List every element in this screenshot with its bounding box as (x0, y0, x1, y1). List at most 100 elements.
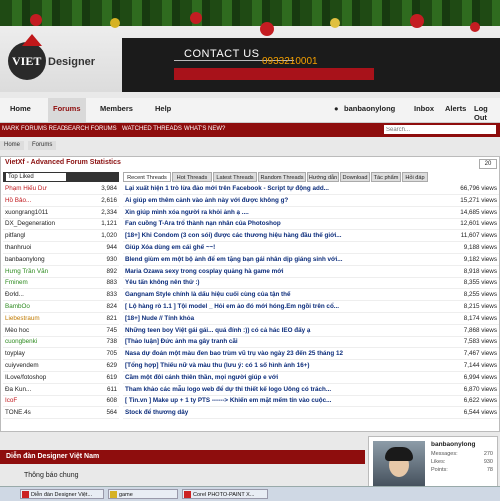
task-label: game (119, 492, 133, 498)
user-name[interactable]: IcoF (5, 395, 17, 406)
nav-help[interactable]: Help (155, 104, 171, 113)
thread-title-link[interactable]: Nasa dự đoán một màu đen bao trùm vũ trụ… (125, 348, 425, 359)
forum-category-header: Diễn đàn Designer Việt Nam (0, 450, 365, 464)
user-like-count: 705 (106, 350, 117, 358)
taskbar-folder[interactable]: game (108, 489, 178, 499)
thread-views: 7,144 views (463, 362, 497, 369)
thread-views: 15,271 views (460, 196, 497, 204)
tab-7[interactable]: Hỏi đáp (402, 172, 428, 182)
tab-3[interactable]: Random Threads (258, 172, 306, 182)
whats-new-link[interactable]: WHAT'S NEW? (184, 126, 225, 132)
user-name[interactable]: Hưng Trần Văn (5, 266, 48, 277)
user-name[interactable]: Liebestraum (5, 313, 40, 324)
thread-title-link[interactable]: Gangnam Style chính là dấu hiệu cuối cùn… (125, 289, 425, 300)
thread-title-link[interactable]: [ Lộ hàng rò 1.1 ] Tội model _ Hỏi em ảo… (125, 301, 425, 312)
thread-row: Blend giùm em một bộ ảnh để em tặng bạn … (123, 254, 499, 266)
thread-title-link[interactable]: Giúp Xóa dùng em cái ghế ~~! (125, 242, 425, 253)
thread-title-link[interactable]: [ Tin.vn ] Make up + 1 ty PTS ------> Kh… (125, 395, 425, 406)
user-name[interactable]: Fminem (5, 277, 28, 288)
thread-title-link[interactable]: Ai giúp em thêm cảnh vào ảnh này với đượ… (125, 195, 425, 206)
watched-threads-link[interactable]: WATCHED THREADS (122, 126, 182, 132)
tab-4[interactable]: Hướng dẫn (307, 172, 339, 182)
tab-0[interactable]: Recent Threads (123, 172, 171, 182)
user-name[interactable]: DX_Degeneration (5, 218, 55, 229)
users-list-select[interactable]: Top Liked (6, 173, 66, 181)
thread-title-link[interactable]: Xin giúp mình xóa người ra khỏi ảnh ạ ..… (125, 207, 425, 218)
thread-title-link[interactable]: [18+] Khi Condom (3 con sói) được các th… (125, 230, 425, 241)
user-name[interactable]: Đơld... (5, 289, 24, 300)
thread-title-link[interactable]: Tham khảo các mẫu logo web để dự thi thi… (125, 384, 425, 395)
user-name[interactable]: cuongbenki (5, 336, 37, 347)
nav-user[interactable]: banbaonylong (344, 104, 395, 113)
thread-views: 6,870 views (463, 385, 497, 393)
thread-views: 7,467 views (463, 350, 497, 358)
tab-6[interactable]: Tác phẩm (371, 172, 401, 182)
user-row: Đa Kun... 611 (3, 384, 119, 396)
thread-title-link[interactable]: Blend giùm em một bộ ảnh để em tặng bạn … (125, 254, 425, 265)
thread-title-link[interactable]: Yêu tấn không nên thử :) (125, 277, 425, 288)
thread-title-link[interactable]: [18+] Nude // Tính khỏa (125, 313, 425, 324)
taskbar-corel[interactable]: Corel PHOTO-PAINT X... (182, 489, 268, 499)
user-name[interactable]: banbaonylong (5, 254, 45, 265)
thread-title-link[interactable]: Fan cuồng T-Ara trổ thành nạn nhân của P… (125, 218, 425, 229)
nav-members[interactable]: Members (100, 104, 133, 113)
users-list-header: Top Liked (3, 172, 119, 182)
thread-title-link[interactable]: [Thảo luận] Đức ảnh ma gây tranh cãi (125, 336, 425, 347)
user-name[interactable]: ILove/fotoshop (5, 372, 46, 383)
nav-forums[interactable]: Forums (53, 104, 81, 113)
thread-views: 6,544 views (463, 409, 497, 417)
card-username[interactable]: banbaonylong (431, 441, 475, 448)
thread-title-link[interactable]: Cầm một đôi cánh thiên thần, mọi người g… (125, 372, 425, 383)
task-label: Corel PHOTO-PAINT X... (193, 492, 255, 498)
breadcrumb-home[interactable]: Home (0, 141, 25, 150)
thread-title-link[interactable]: Lại xuất hiện 1 trò lừa đảo mới trên Fac… (125, 183, 425, 194)
thread-row: [18+] Nude // Tính khỏa 8,174 views (123, 313, 499, 325)
nav-logout[interactable]: Log Out (474, 104, 500, 122)
nav-inbox[interactable]: Inbox (414, 104, 434, 113)
forum-category-title[interactable]: Diễn đàn Designer Việt Nam (6, 453, 99, 460)
thread-row: [ Tin.vn ] Make up + 1 ty PTS ------> Kh… (123, 395, 499, 408)
user-name[interactable]: pitfangl (5, 230, 25, 241)
user-like-count: 892 (106, 267, 117, 275)
user-name[interactable]: cuiyvendem (5, 360, 39, 371)
user-like-count: 3,984 (101, 185, 117, 192)
site-logo[interactable]: VIET Designer (8, 34, 98, 80)
stat-label: Points: (431, 467, 448, 473)
thread-views: 7,868 views (463, 326, 497, 334)
user-name[interactable]: BambOo (5, 301, 30, 312)
user-name[interactable]: thanhruoi (5, 242, 31, 253)
taskbar-browser[interactable]: Diễn đàn Designer Việt... (20, 489, 104, 499)
user-name[interactable]: toyplay (5, 348, 25, 359)
user-row: Hưng Trần Văn 892 (3, 266, 119, 278)
thread-title-link[interactable]: [Tổng hợp] Thiếu nữ và màu thu (lưu ý: c… (125, 360, 425, 371)
thread-title-link[interactable]: Maria Ozawa sexy trong cosplay quảng hà … (125, 266, 425, 277)
nav-alerts[interactable]: Alerts (445, 104, 466, 113)
user-row: TONE.4s 564 (3, 407, 119, 420)
user-name[interactable]: Phạm Hiếu Dư (5, 183, 47, 194)
user-row: BambOo 824 (3, 301, 119, 313)
user-row: Fminem 883 (3, 277, 119, 290)
thread-title-link[interactable]: Stock để thương dây (125, 407, 425, 418)
search-forums-link[interactable]: SEARCH FORUMS (64, 126, 117, 132)
search-input[interactable] (384, 125, 496, 134)
contact-red-bar (174, 68, 374, 80)
user-row: cuiyvendem 629 (3, 360, 119, 372)
count-select[interactable]: 20 (479, 159, 497, 169)
nav-home[interactable]: Home (10, 104, 31, 113)
mark-forums-read-link[interactable]: MARK FORUMS READ (2, 126, 65, 132)
forum-item[interactable]: Thông báo chung (24, 472, 79, 479)
tab-5[interactable]: Download (340, 172, 370, 182)
user-like-count: 2,334 (101, 208, 117, 216)
user-like-count: 833 (106, 291, 117, 299)
tab-1[interactable]: Hot Threads (172, 172, 212, 182)
user-name[interactable]: TONE.4s (5, 407, 31, 418)
user-name[interactable]: Đa Kun... (5, 384, 31, 395)
user-name[interactable]: Mèo hoc (5, 325, 29, 336)
user-name[interactable]: Hồ Bảo... (5, 195, 31, 206)
thread-views: 8,355 views (463, 279, 497, 287)
thread-title-link[interactable]: Những teen boy Việt gái gái... quá đính … (125, 325, 425, 336)
user-name[interactable]: xuongrang1011 (5, 207, 48, 218)
breadcrumb-forums[interactable]: Forums (28, 141, 57, 150)
thread-row: Lại xuất hiện 1 trò lừa đảo mới trên Fac… (123, 183, 499, 195)
tab-2[interactable]: Latest Threads (213, 172, 257, 182)
